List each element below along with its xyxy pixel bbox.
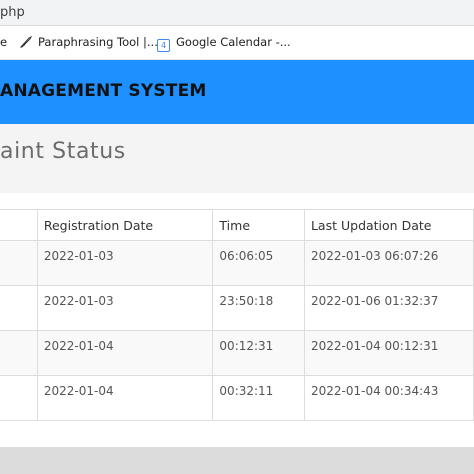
table-row: 2022-01-03 06:06:05 2022-01-03 06:07:26 xyxy=(0,240,474,286)
calendar-icon: 4 xyxy=(157,39,170,52)
url-text[interactable]: php xyxy=(0,5,25,20)
bookmark-label: Paraphrasing Tool |... xyxy=(38,35,158,49)
bookmark-label: Google Calendar -... xyxy=(176,35,291,49)
registration-date-cell: 2022-01-03 xyxy=(36,285,214,331)
page-title: aint Status xyxy=(0,139,126,164)
page-footer xyxy=(0,447,474,474)
last-updation-date-cell: 2022-01-04 00:34:43 xyxy=(303,375,474,421)
column-header-last-updation-date: Last Updation Date xyxy=(303,209,474,241)
quill-icon xyxy=(19,35,33,51)
bookmark-item-paraphrasing[interactable]: Paraphrasing Tool |... xyxy=(19,35,158,51)
last-updation-date-cell: 2022-01-06 01:32:37 xyxy=(303,285,474,331)
last-updation-date-cell: 2022-01-03 06:07:26 xyxy=(303,240,474,286)
time-cell: 06:06:05 xyxy=(212,240,305,286)
table-cell xyxy=(0,240,38,286)
bookmark-item-1[interactable]: e xyxy=(0,35,7,49)
app-title: ANAGEMENT SYSTEM xyxy=(0,81,207,101)
address-bar[interactable]: php xyxy=(0,0,474,26)
bookmark-label: e xyxy=(0,35,8,49)
column-header-registration-date: Registration Date xyxy=(36,209,214,241)
last-updation-date-cell: 2022-01-04 00:12:31 xyxy=(303,330,474,376)
table-row: 2022-01-04 00:32:11 2022-01-04 00:34:43 xyxy=(0,375,474,421)
bookmark-item-google-calendar[interactable]: 4 Google Calendar -... xyxy=(157,35,291,52)
bookmarks-bar: e Paraphrasing Tool |... 4 Google Calenda… xyxy=(0,26,474,60)
table-cell xyxy=(0,375,38,421)
table-row: 2022-01-03 23:50:18 2022-01-06 01:32:37 xyxy=(0,285,474,331)
table-cell xyxy=(0,330,38,376)
column-header-time: Time xyxy=(212,209,305,241)
registration-date-cell: 2022-01-03 xyxy=(36,240,214,286)
page-title-bar: aint Status xyxy=(0,124,474,193)
table-header-row: Registration Date Time Last Updation Dat… xyxy=(0,209,474,241)
time-cell: 23:50:18 xyxy=(212,285,305,331)
time-cell: 00:12:31 xyxy=(212,330,305,376)
table-cell xyxy=(0,285,38,331)
time-cell: 00:32:11 xyxy=(212,375,305,421)
complaint-status-table: Registration Date Time Last Updation Dat… xyxy=(0,209,474,421)
registration-date-cell: 2022-01-04 xyxy=(36,375,214,421)
status-panel: Registration Date Time Last Updation Dat… xyxy=(0,193,474,447)
registration-date-cell: 2022-01-04 xyxy=(36,330,214,376)
table-row: 2022-01-04 00:12:31 2022-01-04 00:12:31 xyxy=(0,330,474,376)
app-header: ANAGEMENT SYSTEM xyxy=(0,60,474,124)
column-header xyxy=(0,209,38,241)
